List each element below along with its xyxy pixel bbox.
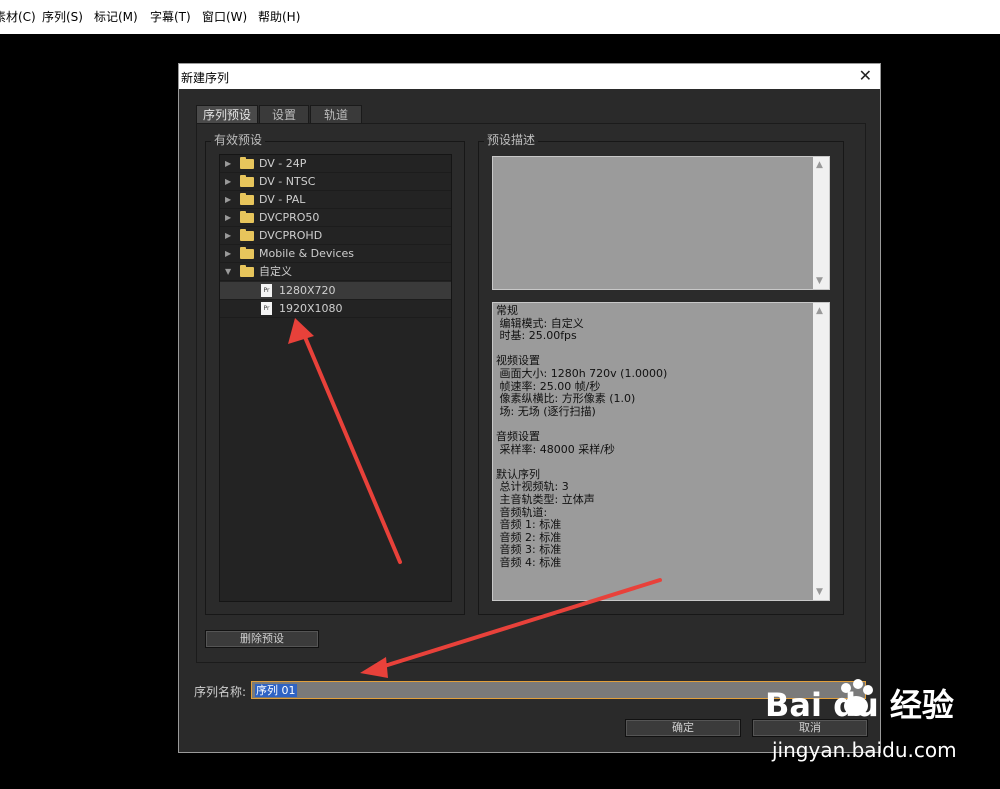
tree-item-dvcprohd[interactable]: ▶ DVCPROHD [220,227,451,245]
menu-item-marker[interactable]: 标记(M) [94,10,138,24]
details-scrollbar[interactable]: ▲ ▼ [813,303,829,600]
scroll-up-icon[interactable]: ▲ [816,306,823,316]
available-presets-legend: 有效预设 [211,132,266,148]
tree-item-1920x1080[interactable]: Pr 1920X1080 [220,300,451,318]
dialog-title: 新建序列 [181,71,230,85]
preset-details-content: 常规 编辑模式: 自定义 时基: 25.00fps 视频设置 画面大小: 128… [496,304,809,569]
folder-icon [240,193,254,205]
preset-details-text[interactable]: 常规 编辑模式: 自定义 时基: 25.00fps 视频设置 画面大小: 128… [492,302,830,601]
tree-item-label: 1280X720 [279,284,336,297]
tab-settings[interactable]: 设置 [259,105,309,123]
menu-item-help[interactable]: 帮助(H) [258,10,300,24]
tree-item-1280x720[interactable]: Pr 1280X720 [220,282,451,300]
close-icon[interactable]: ✕ [859,67,872,85]
scroll-up-icon[interactable]: ▲ [816,160,823,170]
details-audio-heading: 音频设置 [496,429,540,443]
tab-tracks[interactable]: 轨道 [310,105,362,123]
watermark-brand: Bai du 经验 [765,686,954,724]
folder-icon [240,211,254,223]
details-frame-size: 画面大小: 1280h 720v (1.0000) [496,366,668,380]
menu-item-title[interactable]: 字幕(T) [150,10,191,24]
menu-item-sequence[interactable]: 序列(S) [42,10,83,24]
folder-icon [240,229,254,241]
expand-arrow-icon[interactable]: ▶ [225,245,231,263]
details-audio-4: 音频 4: 标准 [496,555,562,569]
details-audio-1: 音频 1: 标准 [496,518,562,532]
expand-arrow-icon[interactable]: ▶ [225,173,231,191]
tree-item-label: DVCPROHD [259,229,323,242]
tree-item-dv-ntsc[interactable]: ▶ DV - NTSC [220,173,451,191]
tree-item-label: 自定义 [259,265,292,278]
preset-description-text[interactable]: ▲ ▼ [492,156,830,290]
tree-item-custom[interactable]: ▼ 自定义 [220,263,451,281]
watermark-url: jingyan.baidu.com [772,738,957,762]
details-timebase: 时基: 25.00fps [496,329,577,343]
delete-preset-button[interactable]: 删除预设 [205,630,319,648]
preset-file-icon: Pr [261,302,272,315]
details-pixel-aspect: 像素纵横比: 方形像素 (1.0) [496,392,636,406]
expand-arrow-icon[interactable]: ▶ [225,209,231,227]
menu-item-clip[interactable]: 素材(C) [0,10,36,24]
description-scrollbar[interactable]: ▲ ▼ [813,157,829,289]
expand-arrow-icon[interactable]: ▶ [225,227,231,245]
sequence-name-value: 序列 01 [255,684,297,697]
preset-file-icon: Pr [261,284,272,297]
tree-item-label: Mobile & Devices [259,247,355,260]
menu-item-window[interactable]: 窗口(W) [202,10,247,24]
menu-bar: 素材(C) 序列(S) 标记(M) 字幕(T) 窗口(W) 帮助(H) [0,0,1000,34]
tree-item-dvcpro50[interactable]: ▶ DVCPRO50 [220,209,451,227]
tree-item-dv-pal[interactable]: ▶ DV - PAL [220,191,451,209]
tree-item-label: DVCPRO50 [259,211,320,224]
sequence-name-label: 序列名称: [194,685,247,699]
preset-description-legend: 预设描述 [484,132,539,148]
dialog-titlebar: 新建序列 ✕ [179,64,880,89]
tree-item-mobile-devices[interactable]: ▶ Mobile & Devices [220,245,451,263]
tree-item-label: DV - PAL [259,193,306,206]
tree-item-label: DV - 24P [259,157,307,170]
folder-icon [240,247,254,259]
collapse-arrow-icon[interactable]: ▼ [225,263,231,281]
expand-arrow-icon[interactable]: ▶ [225,155,231,173]
folder-icon [240,157,254,169]
expand-arrow-icon[interactable]: ▶ [225,191,231,209]
presets-tree[interactable]: ▶ DV - 24P ▶ DV - NTSC ▶ DV - PAL ▶ DVCP… [219,154,452,602]
scroll-down-icon[interactable]: ▼ [816,587,823,597]
tree-item-label: DV - NTSC [259,175,316,188]
details-sample-rate: 采样率: 48000 采样/秒 [496,442,615,456]
details-audio-3: 音频 3: 标准 [496,543,562,557]
tree-item-label: 1920X1080 [279,302,343,315]
baidu-watermark: Bai du 经验 jingyan.baidu.com [757,672,997,772]
ok-button[interactable]: 确定 [625,719,741,737]
details-general-heading: 常规 [496,304,518,317]
tree-item-dv-24p[interactable]: ▶ DV - 24P [220,155,451,173]
folder-open-icon [240,265,254,277]
scroll-down-icon[interactable]: ▼ [816,276,823,286]
details-fields: 场: 无场 (逐行扫描) [496,404,596,418]
tab-sequence-presets[interactable]: 序列预设 [196,105,258,123]
folder-icon [240,175,254,187]
new-sequence-dialog: 新建序列 ✕ 序列预设 设置 轨道 有效预设 ▶ DV - 24P ▶ DV -… [178,63,881,753]
details-master-track-type: 主音轨类型: 立体声 [496,492,595,506]
